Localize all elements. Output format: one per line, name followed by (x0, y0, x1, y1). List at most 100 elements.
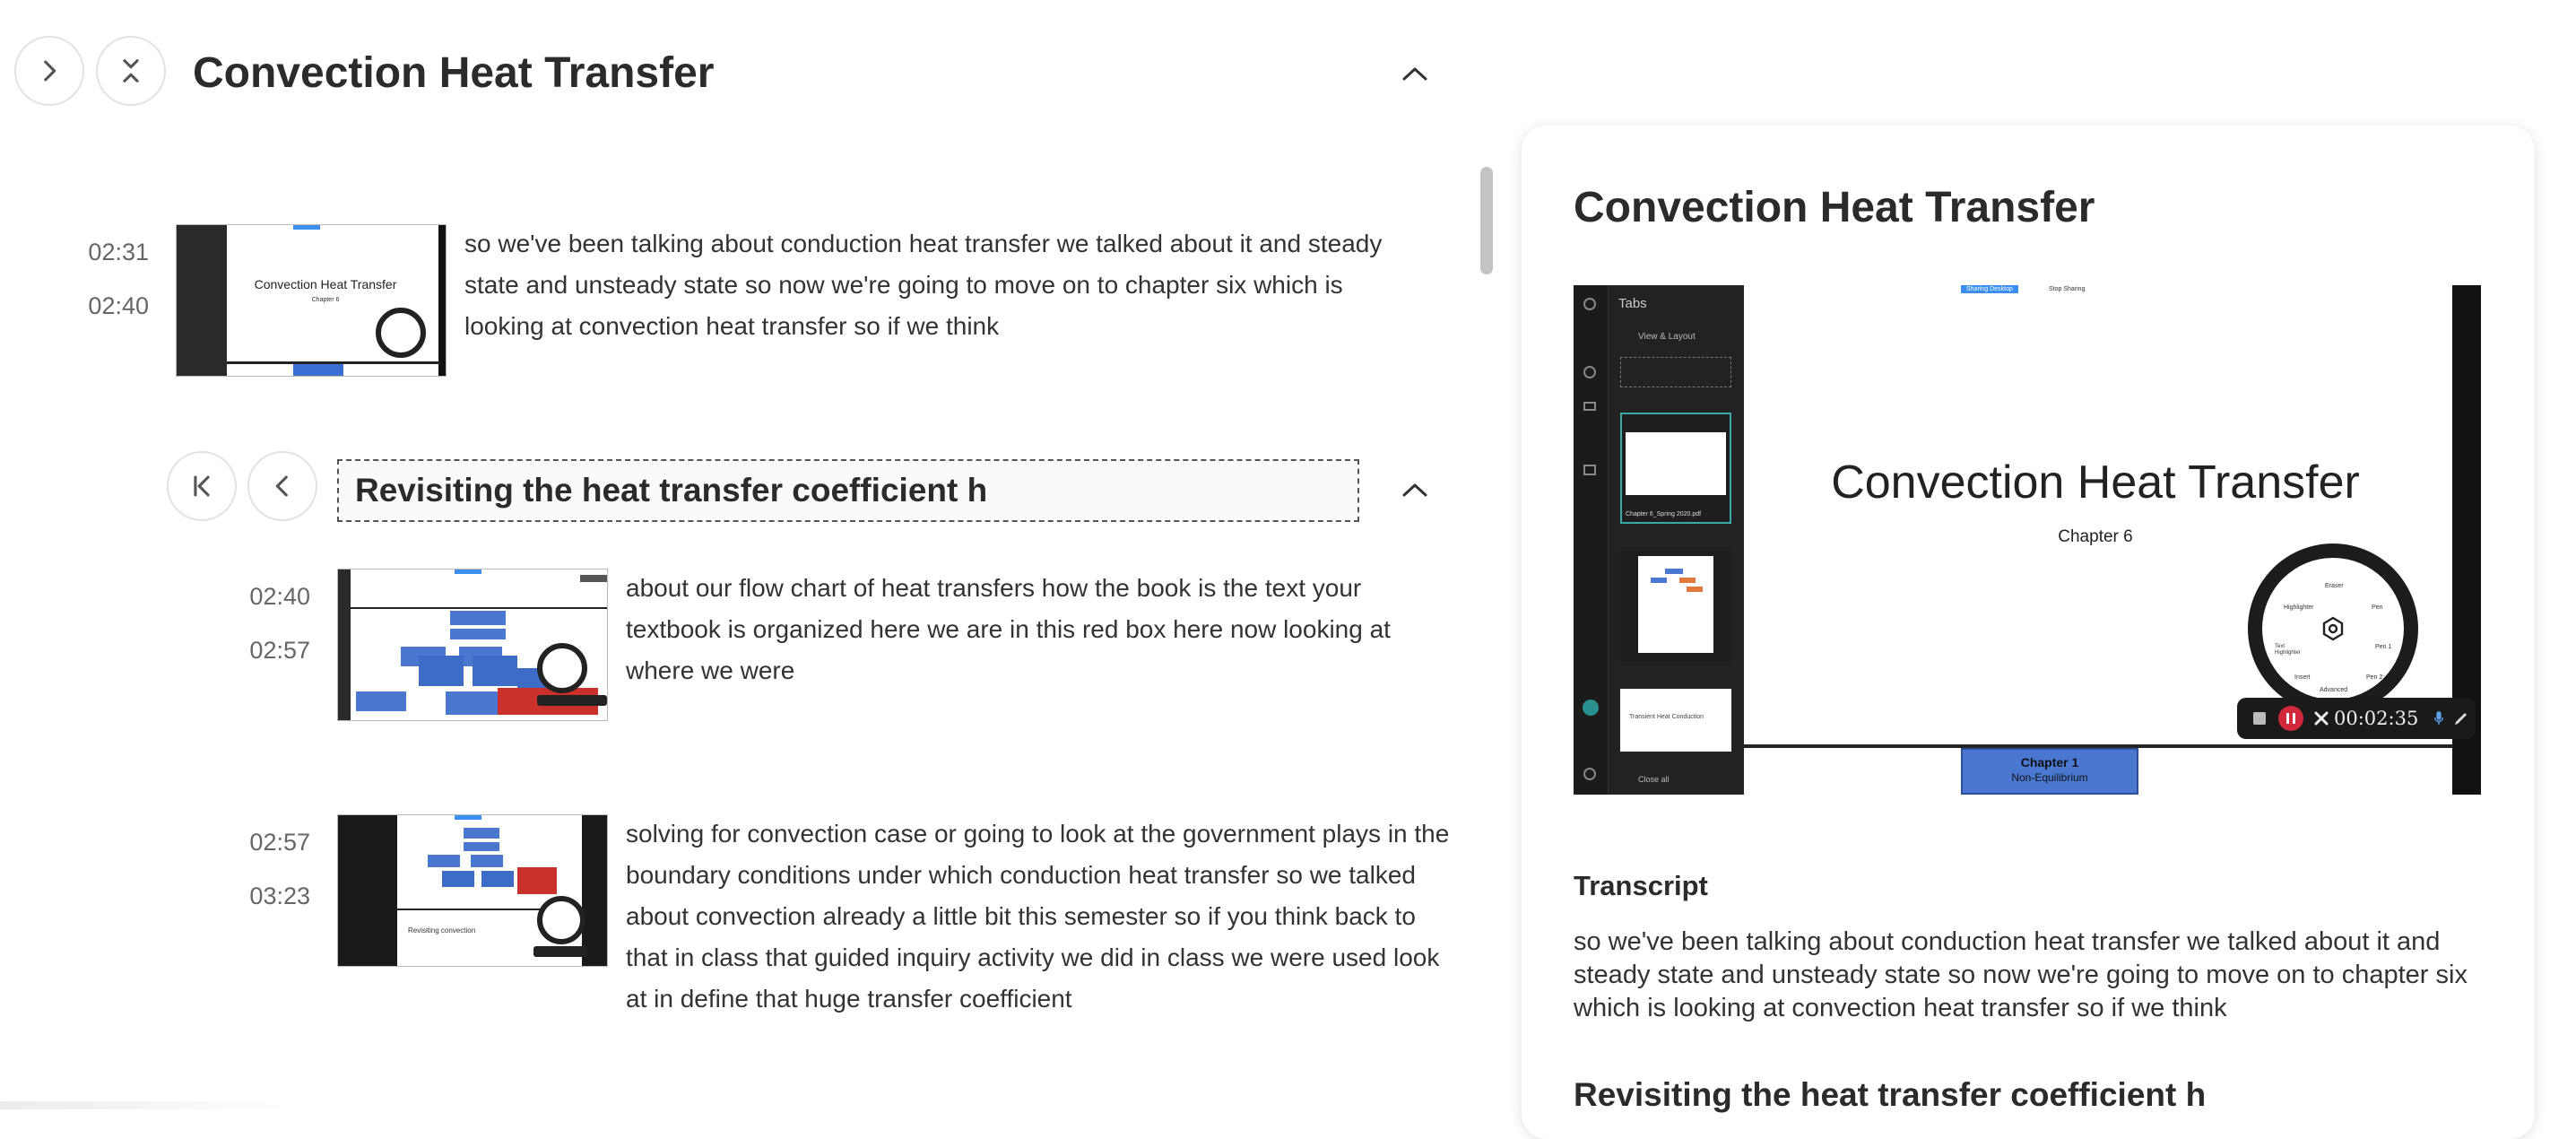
video-bottom-box-title: Chapter 1 (2020, 755, 2079, 769)
thumb-share-badge (293, 225, 320, 230)
thumb-box (450, 611, 506, 625)
thumb-sidebar (177, 225, 227, 376)
video-tab-placeholder (1620, 357, 1731, 387)
skip-to-start-icon (194, 475, 210, 497)
tool-wheel[interactable]: Highlighter Eraser Pen Text Highlighter … (2248, 543, 2418, 714)
video-sharing-badge: Sharing Desktop (1961, 285, 2018, 293)
detail-panel: Convection Heat Transfer Tabs View & Lay… (1522, 126, 2535, 1139)
video-player[interactable]: Tabs View & Layout Chapter 6_Spring 2020… (1574, 285, 2481, 795)
video-tab-slide-1-page (1626, 432, 1726, 495)
video-stop-sharing: Stop Sharing (2049, 286, 2086, 292)
section-title[interactable]: Revisiting the heat transfer coefficient… (337, 459, 1359, 522)
section-collapse-chevron-icon[interactable] (1401, 481, 1429, 499)
wheel-text-highlighter-label: Text Highlighter (2275, 644, 2301, 656)
thumb-share-badge (455, 815, 481, 820)
first-segment-button[interactable] (167, 451, 237, 521)
segment-thumbnail[interactable]: Revisiting convection (337, 814, 608, 967)
recording-toolbar: 00:02:35 (2237, 698, 2476, 739)
segment-end-time[interactable]: 03:23 (203, 883, 310, 910)
thumb-box (471, 855, 503, 867)
thumb-sidebar (338, 570, 351, 720)
pen-edit-icon[interactable] (2452, 709, 2470, 727)
thumb-box (464, 828, 499, 839)
thumb-box (442, 871, 474, 887)
thumb-wheel (537, 643, 587, 693)
video-strip-dot (1583, 700, 1599, 716)
thumb-red-box (517, 867, 557, 894)
segment-start-time[interactable]: 02:57 (203, 829, 310, 856)
stop-icon[interactable] (2253, 712, 2266, 725)
video-tab-slide-3: Transient Heat Conduction (1620, 689, 1731, 752)
video-strip-dot (1583, 768, 1596, 780)
thumb-left-black (338, 815, 397, 966)
previous-segment-button[interactable] (247, 451, 317, 521)
segment-end-time[interactable]: 02:40 (41, 292, 149, 320)
bottom-edge-shadow (0, 1101, 287, 1109)
wheel-highlighter-label: Highlighter (2284, 604, 2314, 611)
transcript-heading: Transcript (1574, 870, 1708, 901)
chevron-left-icon (275, 475, 288, 497)
thumb-slide-subtitle: Chapter 6 (311, 297, 340, 303)
video-tab-slide-2-page (1638, 556, 1713, 653)
thumb-badge (580, 575, 607, 582)
segment-thumbnail[interactable]: Convection Heat Transfer Chapter 6 (176, 224, 447, 377)
video-strip-dot (1583, 465, 1596, 475)
mini-box (1651, 578, 1667, 583)
thumb-slide-title: Convection Heat Transfer (254, 277, 397, 291)
mini-box (1679, 578, 1696, 583)
video-strip-dot (1583, 298, 1596, 310)
wheel-pen2-label: Pen 2 (2366, 674, 2383, 681)
thumb-box (356, 691, 406, 711)
video-view-layout-label: View & Layout (1638, 332, 1696, 342)
expand-sidebar-button[interactable] (14, 36, 84, 106)
video-bottom-box: Chapter 1 Non-Equilibrium (1961, 748, 2138, 795)
mini-box (1687, 587, 1703, 592)
collapse-all-button[interactable] (96, 36, 166, 106)
thumb-right-black (582, 815, 607, 966)
hexagon-settings-icon (2322, 616, 2344, 641)
tool-wheel-face: Highlighter Eraser Pen Text Highlighter … (2262, 558, 2404, 700)
thumb-caption: Revisiting convection (408, 926, 476, 935)
thumb-toolbar (533, 946, 587, 957)
pause-bar-left (2286, 713, 2289, 724)
thumb-box (473, 656, 517, 686)
video-icon-strip (1574, 285, 1609, 795)
video-tab-slide-2 (1620, 551, 1731, 662)
thumb-box (481, 871, 514, 887)
thumb-box (464, 842, 499, 851)
chevron-right-icon (44, 60, 56, 82)
chapter-collapse-chevron-icon[interactable] (1401, 65, 1429, 83)
recording-timer: 00:02:35 (2334, 708, 2419, 729)
thumb-box (450, 629, 506, 639)
wheel-insert-label: Insert (2294, 674, 2311, 681)
segment-text[interactable]: about our flow chart of heat transfers h… (626, 568, 1415, 691)
wheel-pen-label: Pen (2372, 604, 2383, 611)
microphone-icon[interactable] (2433, 709, 2445, 727)
segment-start-time[interactable]: 02:31 (41, 239, 149, 266)
video-tabs-label: Tabs (1618, 296, 1647, 311)
video-tab-file-label: Chapter 6_Spring 2020.pdf (1626, 511, 1702, 517)
wheel-pen1-label: Pen 1 (2375, 644, 2392, 650)
video-bottom-box-sub: Non-Equilibrium (2011, 771, 2088, 784)
thumb-box (419, 656, 464, 686)
next-section-heading: Revisiting the heat transfer coefficient… (1574, 1076, 2207, 1113)
segment-end-time[interactable]: 02:57 (203, 637, 310, 665)
wheel-eraser-label: Eraser (2325, 583, 2344, 589)
pause-record-icon[interactable] (2278, 706, 2303, 731)
close-icon[interactable] (2312, 709, 2330, 727)
thumb-box (428, 855, 460, 867)
mini-box (1665, 569, 1683, 574)
video-strip-dot (1583, 402, 1596, 411)
video-slide-title: Convection Heat Transfer (1831, 456, 2360, 509)
video-tab-slide-1: Chapter 6_Spring 2020.pdf (1620, 413, 1731, 524)
panel-title: Convection Heat Transfer (1574, 184, 2095, 231)
scrollbar[interactable] (1480, 167, 1493, 274)
pause-bar-right (2293, 713, 2295, 724)
segment-start-time[interactable]: 02:40 (203, 583, 310, 611)
thumb-line (351, 607, 607, 609)
thumb-wheel (537, 896, 585, 944)
transcript-text: so we've been talking about conduction h… (1574, 927, 2468, 1022)
segment-thumbnail[interactable] (337, 569, 608, 721)
segment-text[interactable]: solving for convection case or going to … (626, 813, 1451, 1020)
segment-text[interactable]: so we've been talking about conduction h… (464, 223, 1415, 347)
